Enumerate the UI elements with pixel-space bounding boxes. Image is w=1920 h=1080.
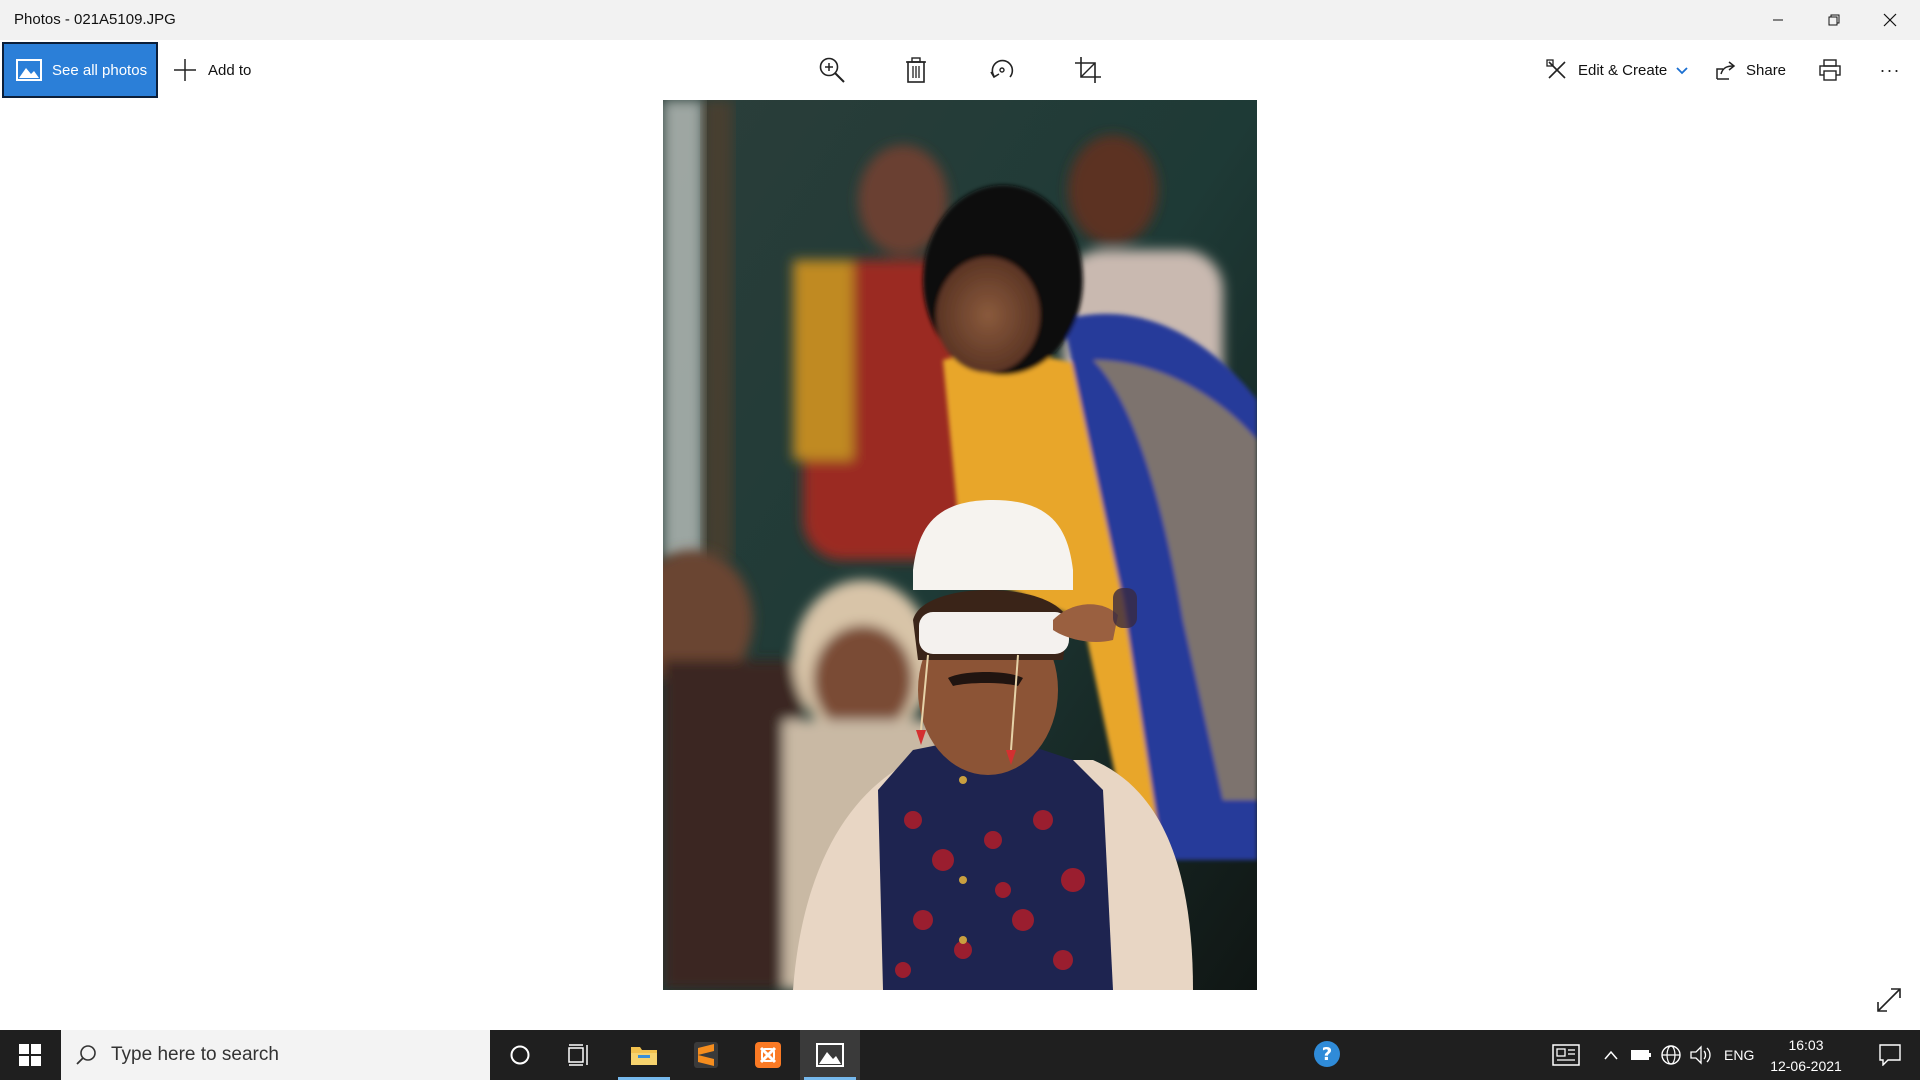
delete-icon (906, 57, 926, 83)
taskbar-app-sublime-text[interactable] (676, 1030, 736, 1080)
see-all-photos-label: See all photos (52, 61, 148, 79)
fullscreen-button[interactable] (1874, 985, 1904, 1015)
zoom-button[interactable] (812, 50, 852, 90)
xampp-icon (755, 1042, 781, 1068)
share-button[interactable]: Share (1714, 40, 1786, 100)
clock[interactable]: 16:03 12-06-2021 (1766, 1035, 1846, 1077)
title-bar: Photos - 021A5109.JPG (0, 0, 1920, 40)
rotate-icon (990, 59, 1014, 79)
notification-icon (1879, 1044, 1901, 1066)
news-icon (1552, 1044, 1580, 1066)
taskbar-app-xampp[interactable] (738, 1030, 798, 1080)
taskbar-search-box[interactable]: Type here to search (61, 1030, 490, 1080)
crop-button[interactable] (1068, 50, 1108, 90)
minimize-icon (1773, 19, 1783, 21)
taskbar-app-photos[interactable] (800, 1030, 860, 1080)
file-explorer-icon (631, 1047, 657, 1065)
crop-icon (1075, 57, 1101, 83)
more-icon: ··· (1879, 59, 1901, 80)
add-to-label: Add to (208, 61, 252, 79)
input-language[interactable]: ENG (1724, 1047, 1754, 1063)
battery-status[interactable] (1626, 1030, 1656, 1080)
minimize-button[interactable] (1750, 0, 1806, 40)
clock-time: 16:03 (1788, 1037, 1824, 1053)
taskbar: Type here to search ? ENG 16:03 12-06-20… (0, 1030, 1920, 1080)
restore-button[interactable] (1806, 0, 1862, 40)
task-view-button[interactable] (550, 1030, 610, 1080)
clock-date: 12-06-2021 (1770, 1058, 1842, 1074)
zoom-in-icon (819, 57, 845, 83)
news-button[interactable] (1536, 1030, 1596, 1080)
window-title: Photos - 021A5109.JPG (14, 11, 176, 28)
svg-text:?: ? (1322, 1044, 1332, 1065)
see-all-photos-button[interactable]: See all photos (2, 42, 158, 98)
photos-app-icon (816, 1043, 844, 1067)
rotate-button[interactable] (982, 50, 1022, 90)
command-bar: See all photos Add to Edit & Create Shar… (0, 40, 1920, 100)
show-hidden-icons-button[interactable] (1596, 1030, 1626, 1080)
expand-icon (1877, 988, 1901, 1012)
add-to-button[interactable]: Add to (172, 40, 251, 100)
cortana-button[interactable] (490, 1030, 550, 1080)
speaker-icon (1690, 1045, 1711, 1065)
photo[interactable] (663, 100, 1257, 990)
search-icon (76, 1045, 96, 1065)
edit-create-icon (1546, 59, 1566, 79)
task-view-icon (568, 1044, 588, 1066)
close-button[interactable] (1862, 0, 1918, 40)
windows-logo-icon (19, 1044, 41, 1066)
print-icon (1819, 59, 1841, 81)
search-placeholder: Type here to search (111, 1044, 279, 1065)
battery-icon (1631, 1050, 1651, 1060)
delete-button[interactable] (896, 50, 936, 90)
restore-icon (1828, 14, 1840, 26)
print-button[interactable] (1810, 50, 1850, 90)
start-button[interactable] (0, 1030, 60, 1080)
network-status[interactable] (1656, 1030, 1686, 1080)
taskbar-app-file-explorer[interactable] (614, 1030, 674, 1080)
more-options-button[interactable]: ··· (1870, 50, 1910, 90)
photo-viewer (0, 100, 1920, 1030)
photo-of-wedding-ceremony (663, 100, 1257, 990)
edit-create-label: Edit & Create (1578, 61, 1668, 79)
plus-icon (174, 59, 196, 81)
chevron-up-icon (1604, 1050, 1618, 1060)
chevron-down-icon (1676, 67, 1688, 75)
share-icon (1716, 61, 1736, 80)
volume-control[interactable] (1686, 1030, 1716, 1080)
close-icon (1883, 13, 1897, 27)
gallery-icon (16, 59, 42, 81)
cortana-icon (510, 1045, 530, 1065)
sublime-text-icon (694, 1042, 718, 1068)
share-label: Share (1746, 61, 1787, 79)
help-icon: ? (1314, 1041, 1340, 1067)
globe-icon (1661, 1045, 1681, 1065)
action-center-button[interactable] (1860, 1030, 1920, 1080)
help-button[interactable]: ? (1298, 1030, 1358, 1080)
edit-create-button[interactable]: Edit & Create (1546, 40, 1689, 100)
